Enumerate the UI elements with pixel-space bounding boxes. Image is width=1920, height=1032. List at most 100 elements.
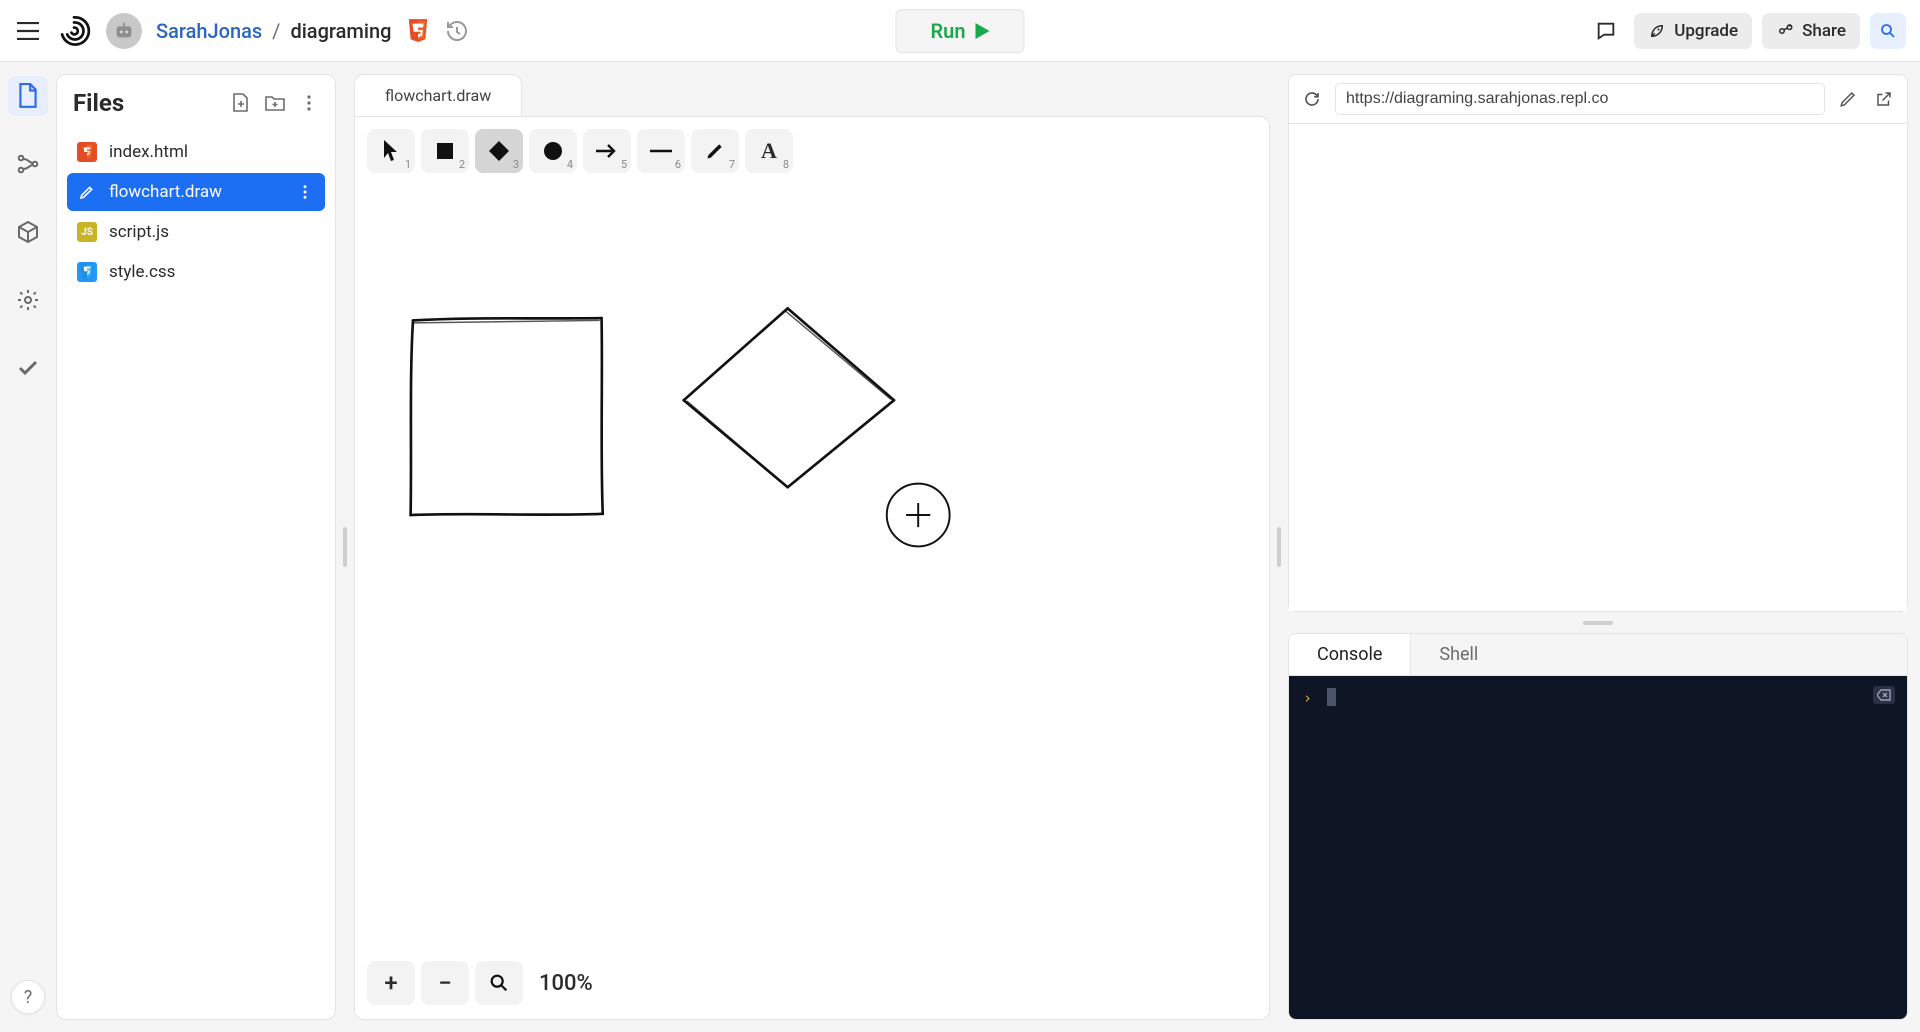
gear-icon [16,288,40,312]
tool-hotkey: 4 [567,158,573,171]
tool-hotkey: 5 [621,158,627,171]
run-label: Run [930,19,965,43]
user-avatar[interactable] [106,13,142,49]
tool-text[interactable]: A 8 [745,129,793,173]
tool-draw[interactable]: 7 [691,129,739,173]
html5-file-icon [77,142,97,162]
backspace-icon [1877,689,1891,701]
resize-handle-left[interactable] [340,62,350,1032]
upgrade-button[interactable]: Upgrade [1634,13,1752,49]
zoom-value: 100% [529,971,593,996]
file-name: index.html [109,142,188,162]
zoom-reset-button[interactable] [475,961,523,1005]
files-menu-button[interactable] [297,91,321,115]
breadcrumb: SarahJonas / diagraming [156,19,391,43]
folder-plus-icon [265,94,285,112]
upgrade-label: Upgrade [1674,21,1738,41]
square-icon [436,142,454,160]
drawing-canvas[interactable]: 1 2 3 4 5 [354,116,1270,1020]
editor-tab[interactable]: flowchart.draw [354,74,522,116]
robot-icon [113,20,135,42]
breadcrumb-separator: / [272,19,280,43]
webview-url-input[interactable] [1335,83,1825,115]
file-name: style.css [109,262,175,282]
console-clear-button[interactable] [1873,686,1895,704]
files-title: Files [73,89,219,117]
zoom-in-button[interactable]: + [367,961,415,1005]
js-file-icon: JS [77,222,97,242]
search-button[interactable] [1870,13,1906,49]
menu-button[interactable] [14,17,42,45]
tool-diamond[interactable]: 3 [475,129,523,173]
share-button[interactable]: Share [1762,13,1860,49]
console-panel: Console Shell › [1288,633,1908,1020]
tab-console[interactable]: Console [1289,634,1411,675]
reload-button[interactable] [1299,86,1325,112]
open-external-button[interactable] [1871,86,1897,112]
tool-hotkey: 6 [675,158,681,171]
rail-settings[interactable] [8,280,48,320]
tool-arrow[interactable]: 5 [583,129,631,173]
file-row-index-html[interactable]: index.html ⋮ [67,133,325,171]
check-icon [16,356,40,380]
dots-vertical-icon [301,94,317,112]
editor-column: flowchart.draw 1 2 3 4 [354,74,1270,1020]
tool-hotkey: 3 [513,158,519,171]
text-icon: A [761,138,777,164]
breadcrumb-user[interactable]: SarahJonas [156,19,262,43]
file-name: flowchart.draw [109,182,222,202]
rail-packages[interactable] [8,212,48,252]
share-label: Share [1802,21,1846,41]
replit-logo[interactable] [56,13,92,49]
html5-icon [407,19,429,43]
tool-hotkey: 2 [459,158,465,171]
tool-select[interactable]: 1 [367,129,415,173]
webview-body[interactable] [1289,124,1907,611]
tool-hotkey: 7 [729,158,735,171]
pencil-icon [705,141,725,161]
minus-icon: − [438,969,452,997]
new-folder-button[interactable] [263,91,287,115]
console-cursor [1327,688,1336,706]
breadcrumb-repl[interactable]: diagraming [290,19,391,43]
dots-vertical-icon [298,184,312,200]
tool-hotkey: 8 [783,158,789,171]
top-bar: SarahJonas / diagraming Run Upgrade Shar… [0,0,1920,62]
new-file-button[interactable] [229,91,253,115]
tool-rectangle[interactable]: 2 [421,129,469,173]
rail-files[interactable] [8,76,48,116]
tab-shell[interactable]: Shell [1411,634,1506,675]
spiral-icon [57,14,91,48]
editor-tabs: flowchart.draw [354,74,1270,116]
circle-icon [543,141,563,161]
rail-version-control[interactable] [8,144,48,184]
file-more-button[interactable] [295,182,315,202]
pencil-icon [1839,90,1857,108]
help-button[interactable]: ? [11,980,45,1014]
play-icon [976,23,990,39]
console-body[interactable]: › [1289,676,1907,1019]
plus-icon: + [384,969,397,997]
file-row-script-js[interactable]: JS script.js ⋮ [67,213,325,251]
edit-url-button[interactable] [1835,86,1861,112]
tool-ellipse[interactable]: 4 [529,129,577,173]
history-icon [445,19,469,43]
run-button[interactable]: Run [895,9,1024,53]
file-row-flowchart-draw[interactable]: flowchart.draw [67,173,325,211]
left-rail: ? [0,62,56,1032]
diamond-icon [489,141,509,161]
canvas-shapes [355,173,1269,1019]
arrow-icon [596,144,618,158]
language-badge[interactable] [405,18,431,44]
rail-done[interactable] [8,348,48,388]
zoom-out-button[interactable]: − [421,961,469,1005]
external-link-icon [1875,90,1893,108]
zoom-controls: + − 100% [367,961,593,1005]
draw-toolbar: 1 2 3 4 5 [367,129,793,173]
tool-line[interactable]: 6 [637,129,685,173]
chat-button[interactable] [1588,13,1624,49]
resize-handle-console[interactable] [1288,620,1908,625]
history-button[interactable] [445,19,469,43]
file-row-style-css[interactable]: style.css ⋮ [67,253,325,291]
resize-handle-right[interactable] [1274,62,1284,1032]
